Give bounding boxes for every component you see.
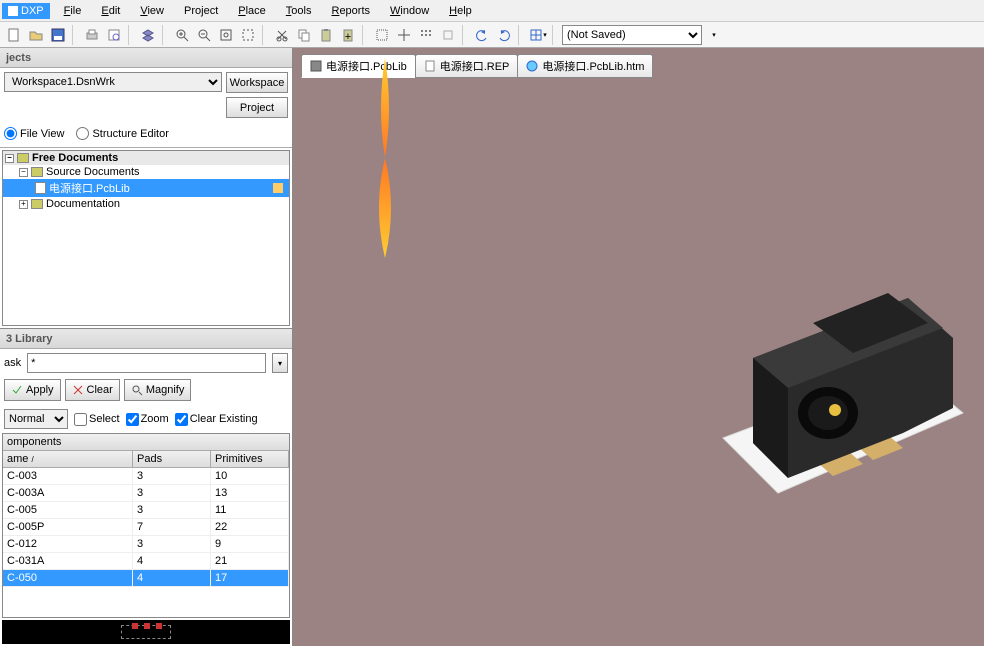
projects-panel-header: jects [0,48,292,68]
deselect-icon[interactable] [438,25,458,45]
structure-editor-radio[interactable]: Structure Editor [76,127,168,140]
components-table[interactable]: omponents ame / Pads Primitives C-003310… [2,433,290,618]
tree-file-pcblib[interactable]: 电源接口.PcbLib [3,179,289,197]
apply-button[interactable]: Apply [4,379,61,401]
normal-select[interactable]: Normal [4,409,68,429]
check-icon [11,384,23,396]
undo-icon[interactable] [472,25,492,45]
library-panel-header: 3 Library [0,329,292,349]
zoom-fit-icon[interactable] [216,25,236,45]
tree-documentation[interactable]: +Documentation [3,197,289,211]
tree-root[interactable]: −Free Documents [3,151,289,165]
table-row[interactable]: C-005P722 [3,519,289,536]
menu-place[interactable]: Place [228,3,276,19]
globe-icon [526,60,538,72]
paste-icon[interactable] [316,25,336,45]
print-preview-icon[interactable] [104,25,124,45]
zoom-in-icon[interactable] [172,25,192,45]
mask-input[interactable] [27,353,266,373]
table-row[interactable]: C-031A421 [3,553,289,570]
tree-source-documents[interactable]: −Source Documents [3,165,289,179]
tab-rep[interactable]: 电源接口.REP [415,54,519,78]
col-pads-header[interactable]: Pads [133,451,211,467]
dxp-icon [8,6,18,16]
menu-reports[interactable]: Reports [321,3,380,19]
paste-special-icon[interactable]: + [338,25,358,45]
print-icon[interactable] [82,25,102,45]
copy-icon[interactable] [294,25,314,45]
table-row[interactable]: C-005311 [3,502,289,519]
3d-connector-model [713,268,973,518]
menu-window[interactable]: Window [380,3,439,19]
menu-help[interactable]: Help [439,3,482,19]
magnify-icon [131,384,143,396]
redo-icon[interactable] [494,25,514,45]
mask-dropdown[interactable]: ▾ [272,353,288,373]
3d-viewport[interactable]: 电源接口.PcbLib 电源接口.REP 电源接口.PcbLib.htm [293,48,984,646]
menu-edit[interactable]: Edit [91,3,130,19]
folder-icon [17,153,29,163]
table-row[interactable]: C-003310 [3,468,289,485]
mask-label: ask [4,357,21,369]
pcblib-file-icon [35,182,46,194]
table-row[interactable]: C-050417 [3,570,289,587]
svg-text:+: + [345,31,351,42]
modified-icon [273,183,283,193]
x-icon [72,384,84,396]
saved-state-dropdown[interactable]: (Not Saved) [562,25,702,45]
components-header: omponents [3,434,289,451]
zoom-out-icon[interactable] [194,25,214,45]
clear-button[interactable]: Clear [65,379,120,401]
table-row[interactable]: C-003A313 [3,485,289,502]
select-rect-icon[interactable] [372,25,392,45]
table-row[interactable]: C-01239 [3,536,289,553]
tab-htm[interactable]: 电源接口.PcbLib.htm [517,54,653,78]
snap-icon[interactable] [416,25,436,45]
col-name-header[interactable]: ame / [3,451,133,467]
workspace-select[interactable]: Workspace1.DsnWrk [4,72,222,92]
dxp-menu[interactable]: DXP [2,3,50,19]
projects-tree[interactable]: −Free Documents −Source Documents 电源接口.P… [2,150,290,326]
menu-file[interactable]: File [54,3,92,19]
workspace-button[interactable]: Workspace [226,72,288,93]
open-file-icon[interactable] [26,25,46,45]
text-file-icon [424,60,436,72]
menu-view[interactable]: View [130,3,174,19]
viewport-flame-graphic [365,58,405,258]
move-icon[interactable] [394,25,414,45]
saved-dropdown-arrow[interactable]: ▾ [704,25,724,45]
folder-icon [31,199,43,209]
file-view-radio[interactable]: File View [4,127,64,140]
zoom-checkbox[interactable]: Zoom [126,413,169,426]
select-checkbox[interactable]: Select [74,413,120,426]
dxp-label: DXP [21,5,44,17]
new-file-icon[interactable] [4,25,24,45]
save-icon[interactable] [48,25,68,45]
zoom-area-icon[interactable] [238,25,258,45]
menu-tools[interactable]: Tools [276,3,322,19]
col-primitives-header[interactable]: Primitives [211,451,289,467]
grid-icon[interactable]: ▾ [528,25,548,45]
folder-icon [31,167,43,177]
project-button[interactable]: Project [226,97,288,118]
cut-icon[interactable] [272,25,292,45]
layers-icon[interactable] [138,25,158,45]
pcblib-icon [310,60,322,72]
clear-existing-checkbox[interactable]: Clear Existing [175,413,258,426]
footprint-preview [2,620,290,644]
magnify-button[interactable]: Magnify [124,379,192,401]
menu-project[interactable]: Project [174,3,228,19]
